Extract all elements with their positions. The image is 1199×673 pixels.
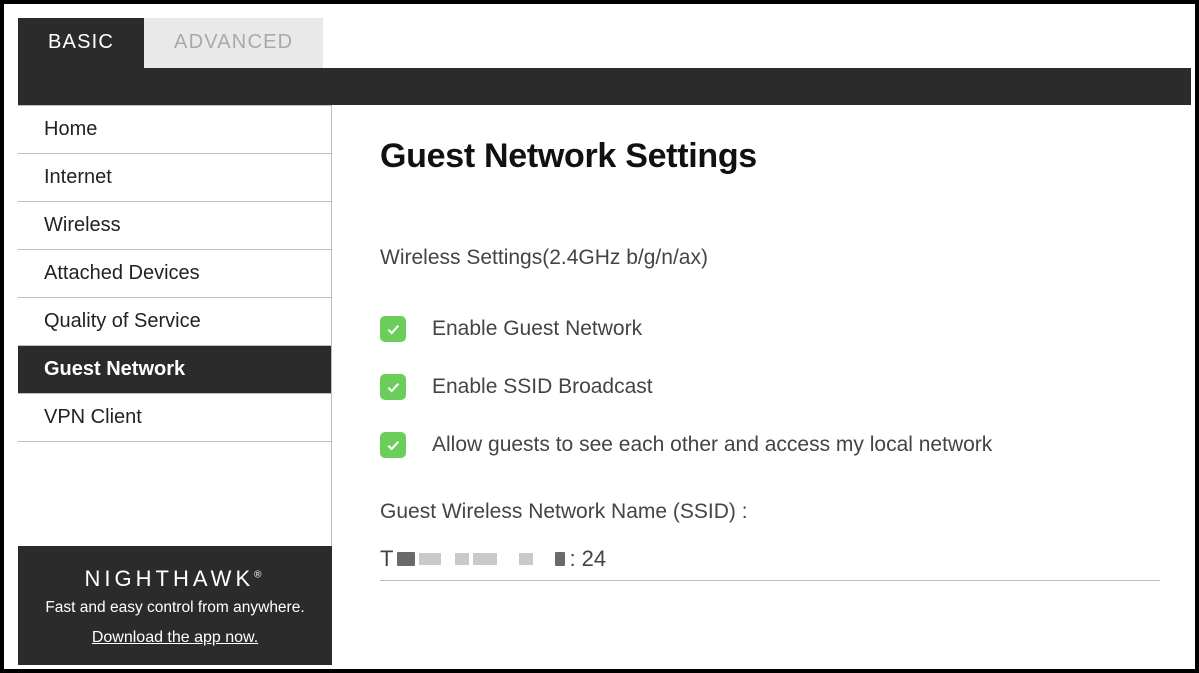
promo-download-link[interactable]: Download the app now. — [40, 629, 310, 647]
tab-advanced[interactable]: ADVANCED — [144, 18, 323, 68]
section-heading: Wireless Settings(2.4GHz b/g/n/ax) — [380, 246, 1155, 270]
check-icon — [385, 321, 401, 337]
row-allow-guests-local: Allow guests to see each other and acces… — [380, 432, 1155, 458]
sidebar-item-attached-devices[interactable]: Attached Devices — [18, 250, 331, 298]
body-row: Home Internet Wireless Attached Devices … — [4, 105, 1195, 665]
page-title: Guest Network Settings — [380, 137, 1155, 176]
ssid-redacted-segment — [455, 553, 469, 565]
tab-row: BASIC ADVANCED — [4, 4, 1195, 68]
ssid-prefix: T — [380, 546, 393, 572]
ssid-input[interactable]: T : 24 — [380, 546, 1160, 581]
ssid-field-label: Guest Wireless Network Name (SSID) : — [380, 500, 1155, 524]
sidebar-item-internet[interactable]: Internet — [18, 154, 331, 202]
ssid-redacted-segment — [397, 552, 415, 566]
row-enable-ssid-broadcast: Enable SSID Broadcast — [380, 374, 1155, 400]
sidebar-item-wireless[interactable]: Wireless — [18, 202, 331, 250]
promo-panel: NIGHTHAWK® Fast and easy control from an… — [18, 546, 332, 665]
ssid-suffix: : 24 — [569, 546, 606, 572]
label-allow-guests-local: Allow guests to see each other and acces… — [432, 433, 992, 457]
tab-basic[interactable]: BASIC — [18, 18, 144, 68]
checkbox-enable-guest[interactable] — [380, 316, 406, 342]
ssid-field-block: Guest Wireless Network Name (SSID) : T :… — [380, 500, 1155, 581]
check-icon — [385, 437, 401, 453]
ssid-redacted-segment — [555, 552, 565, 566]
checkbox-enable-ssid-broadcast[interactable] — [380, 374, 406, 400]
sidebar-item-home[interactable]: Home — [18, 105, 331, 154]
check-icon — [385, 379, 401, 395]
header-bar — [18, 68, 1191, 105]
main-content: Guest Network Settings Wireless Settings… — [332, 105, 1195, 665]
promo-sub: Fast and easy control from anywhere. — [40, 598, 310, 619]
label-enable-guest: Enable Guest Network — [432, 317, 642, 341]
sidebar-item-vpn-client[interactable]: VPN Client — [18, 394, 331, 442]
ssid-redacted-segment — [473, 553, 497, 565]
ssid-redacted-segment — [419, 553, 441, 565]
checkbox-allow-guests-local[interactable] — [380, 432, 406, 458]
row-enable-guest: Enable Guest Network — [380, 316, 1155, 342]
sidebar-item-qos[interactable]: Quality of Service — [18, 298, 331, 346]
ssid-redacted-segment — [519, 553, 533, 565]
label-enable-ssid-broadcast: Enable SSID Broadcast — [432, 375, 653, 399]
sidebar-item-guest-network[interactable]: Guest Network — [18, 346, 331, 394]
page-frame: BASIC ADVANCED Home Internet Wireless At… — [0, 0, 1199, 673]
promo-brand: NIGHTHAWK® — [40, 566, 310, 592]
sidebar: Home Internet Wireless Attached Devices … — [4, 105, 332, 665]
